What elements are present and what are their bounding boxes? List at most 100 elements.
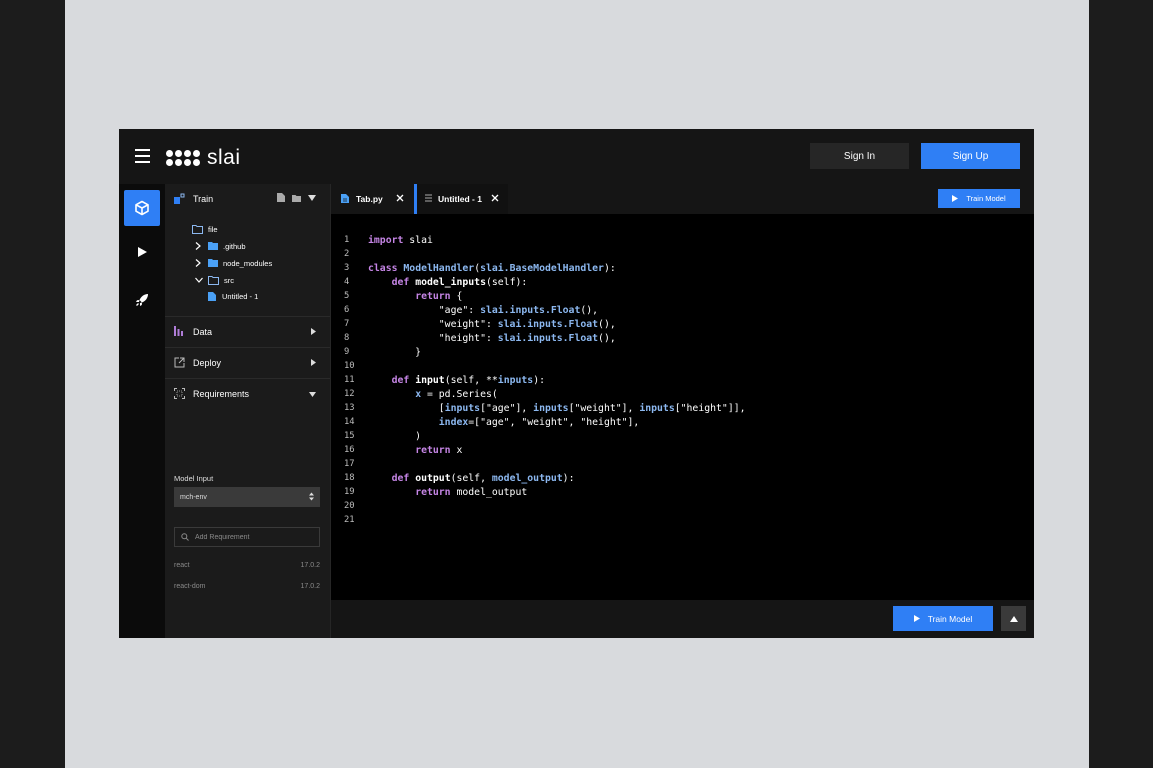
code-line[interactable]: 3 class ModelHandler(slai.BaseModelHandle… [331, 263, 1034, 277]
code-line[interactable]: 4 def model_inputs(self): [331, 277, 1034, 291]
code-line[interactable]: 1 import slai [331, 235, 1034, 249]
expand-panel-button[interactable] [1001, 606, 1026, 631]
line-number: 3 [344, 263, 350, 273]
external-link-icon [174, 357, 185, 368]
rail-item-run[interactable] [124, 234, 160, 270]
requirement-version: 17.0.2 [300, 583, 320, 590]
caret-up-icon [1009, 615, 1018, 622]
code-line[interactable]: 10 [331, 361, 1034, 375]
line-number: 2 [344, 249, 350, 259]
code-text: x = pd.Series( [415, 389, 498, 400]
code-line[interactable]: 15 ) [331, 431, 1034, 445]
rocket-icon [136, 294, 148, 306]
chevron-right-icon [195, 242, 201, 250]
side-panel: Train file .github node_modules src Unti… [165, 184, 331, 638]
requirement-name: react [174, 562, 190, 569]
play-icon [138, 247, 147, 257]
tree-item-node-modules[interactable]: node_modules [195, 256, 272, 270]
folder-icon [208, 242, 218, 250]
code-text: "height": slai.inputs.Float(), [368, 333, 616, 344]
code-line[interactable]: 12 x = pd.Series( [331, 389, 1034, 403]
line-number: 20 [344, 501, 355, 511]
train-model-button-top[interactable]: Train Model [938, 189, 1020, 208]
code-line[interactable]: 17 [331, 459, 1034, 473]
panel-header: Train [165, 184, 330, 214]
code-line[interactable]: 8 "height": slai.inputs.Float(), [331, 333, 1034, 347]
new-folder-icon[interactable] [292, 194, 301, 202]
requirement-row[interactable]: react 17.0.2 [174, 562, 320, 574]
code-text: index=["age", "weight", "height"], [438, 417, 640, 428]
search-icon [181, 533, 189, 541]
tree-item-label: node_modules [223, 258, 273, 268]
tree-item-github[interactable]: .github [195, 239, 246, 253]
tree-item-src[interactable]: src [195, 273, 234, 287]
tree-item-file[interactable]: file [192, 222, 218, 236]
train-model-label: Train Model [966, 194, 1006, 203]
code-line[interactable]: 2 [331, 249, 1034, 263]
env-select-value: mch-env [180, 493, 207, 501]
caret-right-icon [311, 359, 316, 366]
left-rail [119, 184, 165, 638]
code-text: def input(self, **inputs): [391, 375, 545, 386]
sign-up-button[interactable]: Sign Up [921, 143, 1020, 169]
code-line[interactable]: 13 [inputs["age"], inputs["weight"], inp… [331, 403, 1034, 417]
top-bar: slai Sign In Sign Up [119, 129, 1034, 184]
tree-item-label: Untitled - 1 [222, 291, 259, 301]
code-text: return model_output [415, 487, 528, 498]
code-line[interactable]: 19 return model_output [331, 487, 1034, 501]
section-label: Requirements [193, 389, 250, 399]
env-select[interactable]: mch-env [174, 487, 320, 507]
rail-item-deploy[interactable] [124, 282, 160, 318]
editor-tab-bar: Tab.py Untitled - 1 Train Model [331, 184, 1034, 214]
section-deploy[interactable]: Deploy [165, 347, 330, 378]
tree-item-untitled[interactable]: Untitled - 1 [208, 289, 258, 303]
code-line[interactable]: 20 [331, 501, 1034, 515]
hamburger-menu-icon[interactable] [135, 149, 150, 163]
code-line[interactable]: 14 index=["age", "weight", "height"], [331, 417, 1034, 431]
code-line[interactable]: 18 def output(self, model_output): [331, 473, 1034, 487]
line-number: 10 [344, 361, 355, 371]
rail-item-train[interactable] [124, 190, 160, 226]
app-window: slai Sign In Sign Up Train file .github … [119, 129, 1034, 638]
tab-label: Untitled - 1 [438, 194, 482, 204]
line-number: 13 [344, 403, 355, 413]
code-text: "weight": slai.inputs.Float(), [368, 319, 616, 330]
code-line[interactable]: 7 "weight": slai.inputs.Float(), [331, 319, 1034, 333]
requirement-version: 17.0.2 [300, 562, 320, 569]
tab-label: Tab.py [356, 194, 383, 204]
sign-in-button[interactable]: Sign In [810, 143, 909, 169]
logo[interactable]: slai [166, 146, 241, 170]
line-number: 5 [344, 291, 350, 301]
code-line[interactable]: 6 "age": slai.inputs.Float(), [331, 305, 1034, 319]
tab-untitled-1[interactable]: Untitled - 1 [414, 184, 508, 214]
code-text: [inputs["age"], inputs["weight"], inputs… [368, 403, 746, 414]
add-requirement-field[interactable] [174, 527, 320, 547]
code-text: "age": slai.inputs.Float(), [368, 305, 599, 316]
tab-tab-py[interactable]: Tab.py [331, 184, 413, 214]
code-line[interactable]: 9 } [331, 347, 1034, 361]
new-file-icon[interactable] [277, 193, 285, 202]
line-number: 19 [344, 487, 355, 497]
train-model-button[interactable]: Train Model [893, 606, 993, 631]
requirement-row[interactable]: react-dom 17.0.2 [174, 583, 320, 595]
code-line[interactable]: 11 def input(self, **inputs): [331, 375, 1034, 389]
folder-outline-icon [208, 275, 219, 285]
section-data[interactable]: Data [165, 316, 330, 347]
play-icon [913, 615, 920, 622]
close-icon[interactable] [395, 193, 405, 203]
section-label: Data [193, 327, 213, 337]
line-number: 16 [344, 445, 355, 455]
add-requirement-input[interactable] [195, 533, 315, 541]
close-icon[interactable] [490, 193, 500, 203]
chevron-down-icon[interactable] [308, 194, 316, 201]
chevron-right-icon [195, 259, 201, 267]
section-requirements[interactable]: Requirements [165, 378, 330, 409]
play-icon [952, 195, 959, 202]
logo-dots-icon [166, 150, 200, 166]
line-number: 6 [344, 305, 350, 315]
code-line[interactable]: 16 return x [331, 445, 1034, 459]
code-line[interactable]: 5 return { [331, 291, 1034, 305]
train-model-label: Train Model [927, 613, 973, 624]
code-line[interactable]: 21 [331, 515, 1034, 529]
code-text: class ModelHandler(slai.BaseModelHandler… [368, 263, 616, 274]
